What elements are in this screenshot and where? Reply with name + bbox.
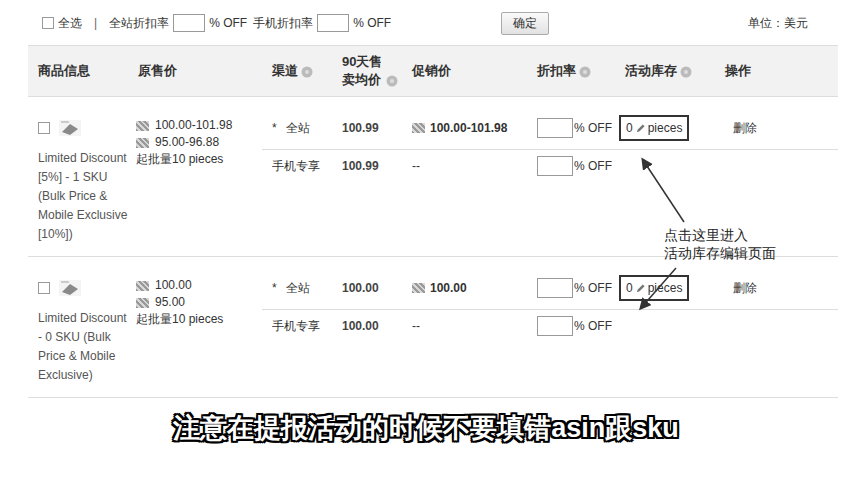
select-all-checkbox[interactable]	[42, 17, 54, 29]
stock-edit-button[interactable]: 0pieces	[619, 115, 689, 141]
price-line: 100.00	[136, 277, 262, 294]
site-discount-input[interactable]	[173, 14, 205, 32]
channel-list: *全站100.00100.00% OFF0pieces删除手机专享100.00-…	[262, 257, 838, 397]
price-tier-icon	[136, 121, 149, 131]
price-tier-icon	[412, 283, 425, 293]
discount-cell: % OFF	[527, 118, 615, 138]
select-all-label: 全选	[58, 15, 82, 32]
price-tier-icon	[412, 123, 425, 133]
product-thumbnail-icon	[58, 119, 82, 137]
discount-input[interactable]	[537, 278, 573, 298]
column-header: 折扣率	[527, 58, 615, 84]
product-cell: Limited Discount [5%] - 1 SKU (Bulk Pric…	[28, 97, 128, 256]
discount-cell: % OFF	[527, 316, 615, 336]
help-icon[interactable]	[301, 66, 313, 78]
price-tier-icon	[136, 138, 149, 148]
min-order: 起批量10 pieces	[136, 311, 262, 328]
channel-row: 手机专享100.99--% OFF	[262, 150, 838, 182]
column-header: 渠道	[262, 58, 332, 84]
table-row: Limited Discount - 0 SKU (Bulk Price & M…	[28, 257, 838, 398]
promo-price: 100.00	[402, 281, 527, 295]
column-header: 90天售卖均价	[332, 49, 402, 93]
discount-input[interactable]	[537, 118, 573, 138]
site-discount-unit: % OFF	[209, 16, 247, 30]
channel-row: *全站100.00100.00% OFF0pieces删除	[262, 257, 838, 310]
arrow-icon	[643, 160, 684, 222]
column-header: 操作	[715, 58, 838, 84]
discount-input[interactable]	[537, 316, 573, 336]
pencil-icon	[635, 123, 646, 134]
row-checkbox[interactable]	[38, 122, 50, 134]
product-title: Limited Discount [5%] - 1 SKU (Bulk Pric…	[38, 149, 130, 244]
channel-row: *全站100.99100.00-101.98% OFF0pieces 删除	[262, 97, 838, 150]
avg-price: 100.00	[332, 281, 402, 295]
price-line: 95.00	[136, 294, 262, 311]
subtitle-caption: 注意在提报活动的时候不要填错asin跟sku	[0, 410, 852, 446]
promo-price: --	[402, 159, 527, 173]
stock-cell: 0pieces	[615, 275, 715, 301]
price-tier-icon	[136, 281, 149, 291]
product-thumbnail-icon	[58, 279, 82, 297]
price-line: 95.00-96.88	[136, 134, 262, 151]
pencil-icon	[635, 283, 646, 294]
original-price-cell: 100.0095.00起批量10 pieces	[128, 257, 262, 397]
mobile-discount-input[interactable]	[317, 14, 349, 32]
discount-cell: % OFF	[527, 156, 615, 176]
mobile-discount-label: 手机折扣率	[253, 15, 313, 32]
product-table: 商品信息原售价渠道90天售卖均价促销价折扣率活动库存操作 Limited Disc…	[28, 45, 838, 398]
stock-cell: 0pieces	[615, 115, 715, 141]
help-icon[interactable]	[680, 66, 692, 78]
column-header: 原售价	[128, 58, 262, 84]
promo-price: 100.00-101.98	[402, 121, 527, 135]
annotation: 点击这里进入活动库存编辑页面	[664, 226, 776, 262]
channel-name: *全站	[262, 120, 332, 137]
avg-price: 100.00	[332, 319, 402, 333]
channel-name: 手机专享	[262, 158, 332, 175]
help-icon[interactable]	[579, 66, 591, 78]
site-discount-label: 全站折扣率	[109, 15, 169, 32]
discount-input[interactable]	[537, 156, 573, 176]
promotion-page: 全选|全站折扣率% OFF手机折扣率% OFF确定单位：美元商品信息原售价渠道9…	[0, 0, 852, 480]
toolbar: 全选 | 全站折扣率 % OFF 手机折扣率 % OFF 确定 单位：美元	[0, 0, 852, 35]
separator: |	[94, 16, 97, 30]
price-tier-icon	[136, 298, 149, 308]
table-header: 商品信息原售价渠道90天售卖均价促销价折扣率活动库存操作	[28, 45, 838, 97]
delete-button[interactable]: 删除	[725, 280, 757, 297]
product-title: Limited Discount - 0 SKU (Bulk Price & M…	[38, 309, 130, 385]
help-icon[interactable]	[386, 75, 398, 87]
column-header: 活动库存	[615, 58, 715, 84]
row-checkbox[interactable]	[38, 282, 50, 294]
product-cell: Limited Discount - 0 SKU (Bulk Price & M…	[28, 257, 128, 397]
action-cell: 删除	[715, 280, 838, 297]
promo-price: --	[402, 319, 527, 333]
arrow-icon	[641, 268, 676, 308]
price-line: 100.00-101.98	[136, 117, 262, 134]
confirm-button[interactable]: 确定	[501, 12, 549, 35]
delete-button[interactable]: 删除	[725, 120, 757, 137]
action-cell: 删除	[715, 120, 838, 137]
channel-name: 手机专享	[262, 318, 332, 335]
original-price-cell: 100.00-101.9895.00-96.88起批量10 pieces	[128, 97, 262, 256]
channel-name: *全站	[262, 280, 332, 297]
channel-row: 手机专享100.00--% OFF	[262, 310, 838, 342]
min-order: 起批量10 pieces	[136, 151, 262, 168]
mobile-discount-unit: % OFF	[353, 16, 391, 30]
column-header: 商品信息	[28, 58, 128, 84]
discount-cell: % OFF	[527, 278, 615, 298]
channel-list: *全站100.99100.00-101.98% OFF0pieces删除手机专享…	[262, 97, 838, 256]
column-header: 促销价	[402, 58, 527, 84]
avg-price: 100.99	[332, 121, 402, 135]
stock-edit-button[interactable]: 0pieces	[619, 275, 689, 301]
unit-note: 单位：美元	[748, 15, 808, 32]
avg-price: 100.99	[332, 159, 402, 173]
